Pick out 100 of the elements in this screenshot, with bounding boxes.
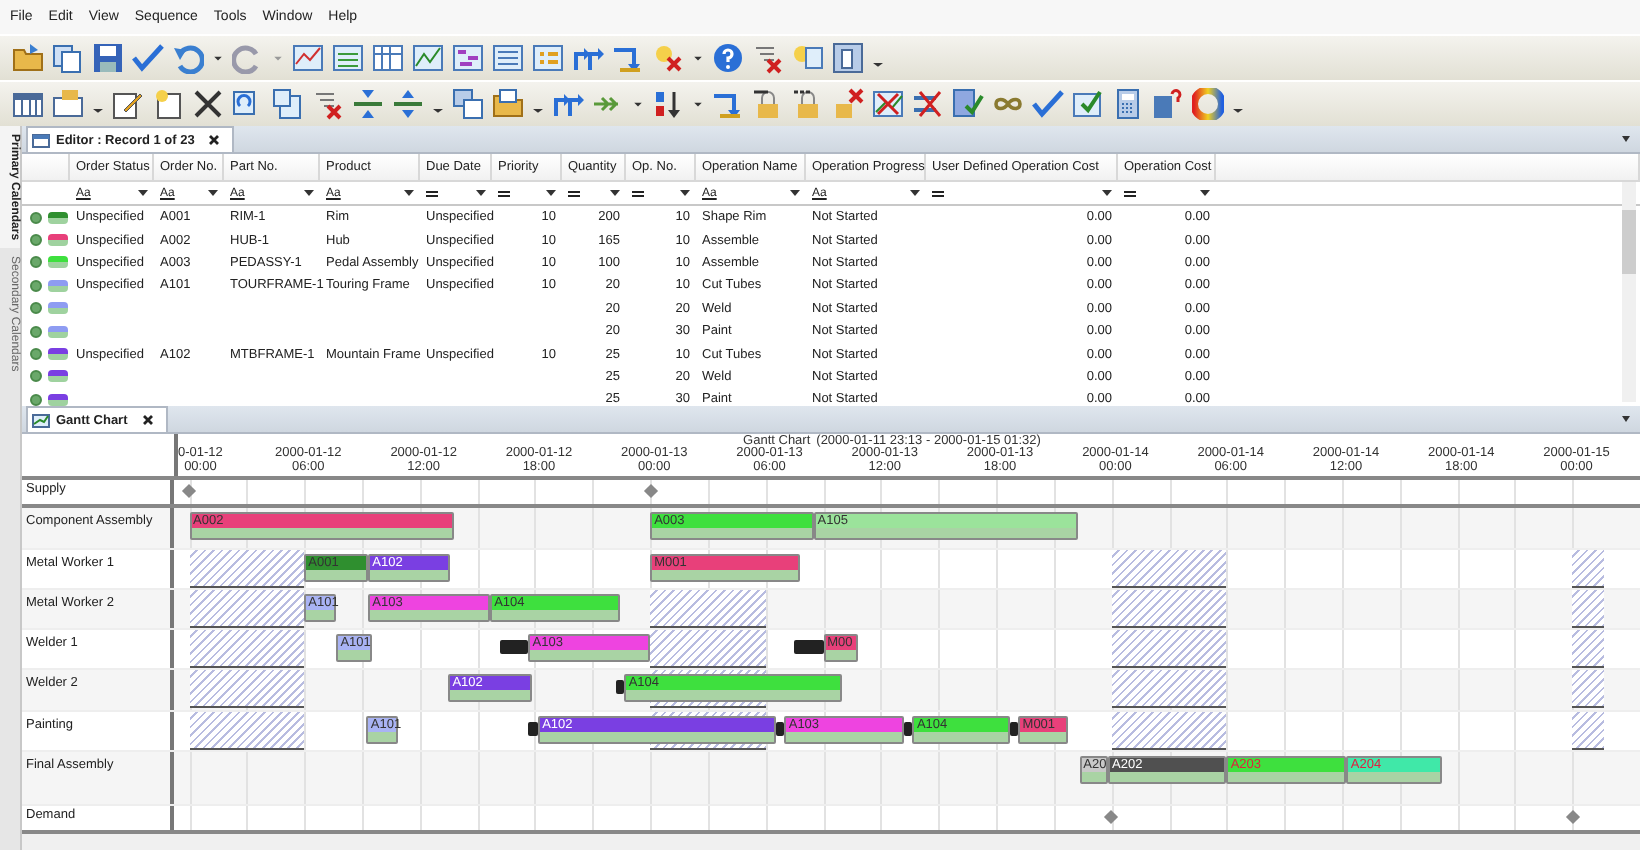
scrollbar[interactable] xyxy=(22,834,1640,850)
copy-icon[interactable] xyxy=(272,88,304,120)
hatched-block xyxy=(1572,630,1604,669)
close-icon[interactable] xyxy=(141,414,154,427)
equals-icon xyxy=(632,189,644,197)
hatched-block xyxy=(189,630,305,669)
setup-block[interactable] xyxy=(794,640,824,655)
collapse-icon[interactable] xyxy=(352,88,384,120)
help-document-icon[interactable] xyxy=(1152,88,1184,120)
clear-icon[interactable] xyxy=(312,88,344,120)
status-dot xyxy=(30,211,42,224)
hatched-block xyxy=(1572,589,1604,628)
hatched-block xyxy=(1111,589,1227,628)
hatched-block xyxy=(1111,630,1227,669)
folder-icon[interactable] xyxy=(12,42,44,74)
arrows-icon[interactable] xyxy=(612,42,644,74)
redo-icon[interactable] xyxy=(232,42,264,74)
caret-icon[interactable] xyxy=(1620,414,1632,425)
status-dot xyxy=(30,256,42,269)
expand-icon[interactable] xyxy=(392,88,424,120)
equals-icon xyxy=(1124,189,1136,197)
hatched-block xyxy=(1111,549,1227,588)
caret-icon xyxy=(790,189,800,197)
close-icon[interactable] xyxy=(208,134,221,146)
grid-icon[interactable] xyxy=(12,88,44,120)
caret-icon[interactable] xyxy=(1620,134,1632,144)
window-stack-icon[interactable] xyxy=(452,88,484,120)
hatched-block xyxy=(1572,670,1604,709)
sort-icon[interactable] xyxy=(652,88,684,120)
hatched-block xyxy=(189,670,305,709)
grid-icon[interactable] xyxy=(452,42,484,74)
list-icon[interactable] xyxy=(532,42,564,74)
equals-icon xyxy=(568,189,580,197)
status-dot xyxy=(30,348,42,361)
equals-icon xyxy=(426,189,438,197)
setup-block[interactable] xyxy=(775,721,785,736)
undo-icon[interactable] xyxy=(172,42,204,74)
check-icon[interactable] xyxy=(132,42,164,74)
bulb-icon[interactable] xyxy=(652,42,684,74)
arrows-icon[interactable] xyxy=(552,88,584,120)
hatched-block xyxy=(189,589,305,628)
caret-icon xyxy=(546,189,556,197)
setup-block[interactable] xyxy=(615,680,625,695)
delete-icon[interactable] xyxy=(192,88,224,120)
folder-icon[interactable] xyxy=(492,88,524,120)
equals-icon xyxy=(498,189,510,197)
hatched-block xyxy=(189,711,305,750)
new-icon[interactable] xyxy=(152,88,184,120)
lock-icon[interactable] xyxy=(792,88,824,120)
calculator-icon[interactable] xyxy=(1112,88,1144,120)
swap-icon[interactable] xyxy=(912,88,944,120)
chart-icon[interactable] xyxy=(292,42,324,74)
caret-icon xyxy=(1102,189,1112,197)
bulb-list-icon[interactable] xyxy=(792,42,824,74)
hatched-block xyxy=(1111,670,1227,709)
color-wheel-icon[interactable] xyxy=(1192,88,1224,120)
caret-icon xyxy=(476,189,486,197)
hatched-block xyxy=(650,589,766,628)
grid-icon[interactable] xyxy=(332,42,364,74)
check-icon[interactable] xyxy=(1032,88,1064,120)
status-dot xyxy=(30,302,42,315)
grid-icon xyxy=(32,133,50,147)
folder-grid-icon[interactable] xyxy=(52,88,84,120)
table-icon[interactable] xyxy=(492,42,524,74)
caret-icon xyxy=(610,189,620,197)
checklist-icon[interactable] xyxy=(1072,88,1104,120)
caret-icon xyxy=(910,189,920,197)
chart-icon[interactable] xyxy=(872,88,904,120)
caret-icon xyxy=(1200,189,1210,197)
edit-icon[interactable] xyxy=(112,88,144,120)
chart-icon xyxy=(32,413,50,428)
status-dot xyxy=(30,393,42,406)
document-icon[interactable] xyxy=(952,88,984,120)
copy-icon[interactable] xyxy=(52,42,84,74)
arrows-icon[interactable] xyxy=(712,88,744,120)
hatched-block xyxy=(1111,711,1227,750)
help-icon[interactable] xyxy=(712,42,744,74)
lock-icon[interactable] xyxy=(832,88,864,120)
hatched-block xyxy=(189,549,305,588)
hatched-block xyxy=(650,630,766,669)
lock-icon[interactable] xyxy=(752,88,784,120)
equals-icon xyxy=(932,189,944,197)
clear-icon[interactable] xyxy=(752,42,784,74)
setup-block[interactable] xyxy=(1010,721,1019,736)
arrows-icon[interactable] xyxy=(572,42,604,74)
status-dot xyxy=(30,325,42,338)
line-chart-icon[interactable] xyxy=(412,42,444,74)
caret-icon xyxy=(404,189,414,197)
status-dot xyxy=(30,279,42,292)
setup-block[interactable] xyxy=(904,721,913,736)
setup-block[interactable] xyxy=(499,640,529,655)
caret-icon xyxy=(138,189,148,197)
table-icon[interactable] xyxy=(372,42,404,74)
scrollbar[interactable] xyxy=(1622,182,1636,403)
caret-icon xyxy=(208,189,218,197)
caret-icon xyxy=(304,189,314,197)
setup-block[interactable] xyxy=(528,721,539,736)
window-icon[interactable] xyxy=(832,42,864,74)
status-dot xyxy=(30,370,42,383)
save-icon[interactable] xyxy=(92,42,124,74)
